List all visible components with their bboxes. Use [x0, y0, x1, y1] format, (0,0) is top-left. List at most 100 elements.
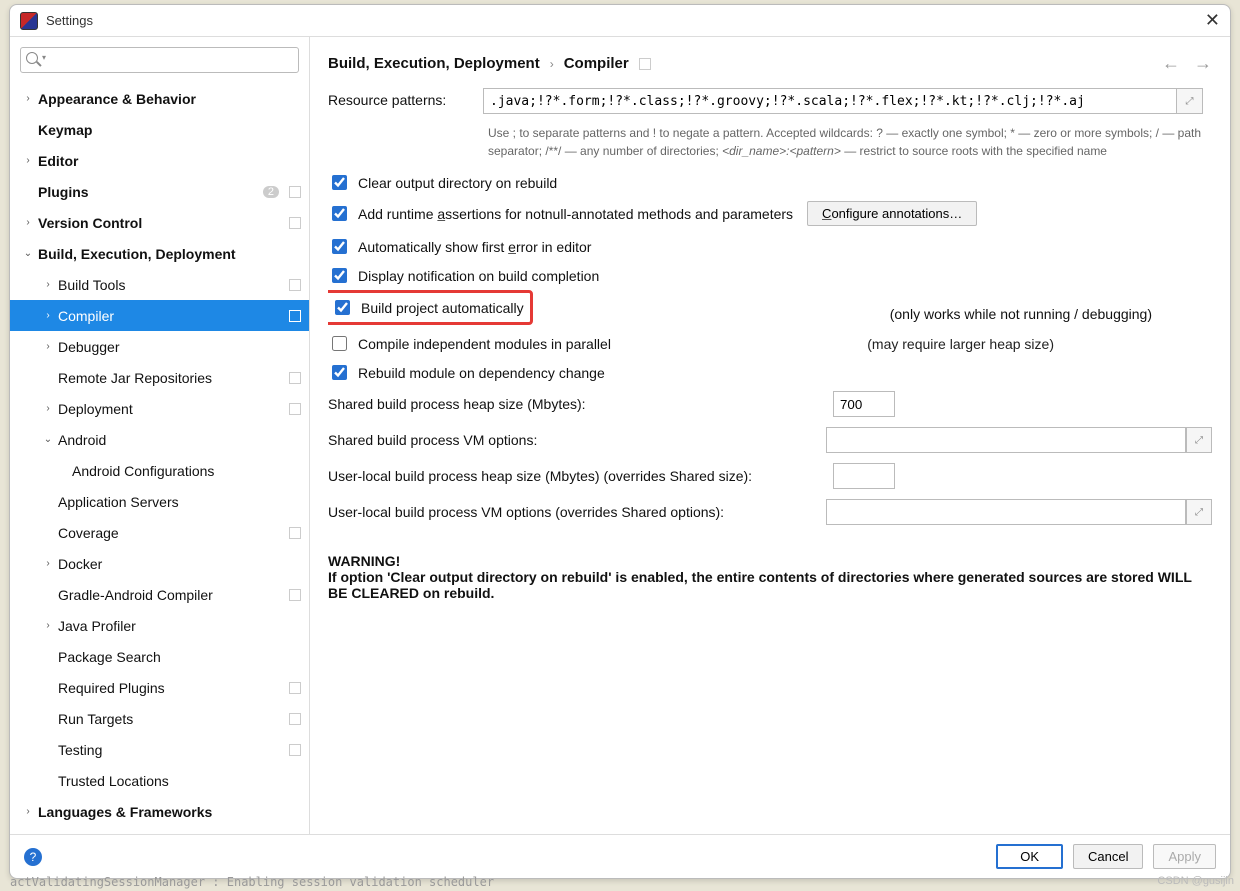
show-first-error-checkbox[interactable] — [332, 239, 347, 254]
runtime-assertions-checkbox[interactable] — [332, 206, 347, 221]
expand-icon[interactable]: ⤢ — [1186, 499, 1212, 525]
sidebar-item-label: Plugins — [38, 184, 263, 200]
sidebar-item-trusted-locations[interactable]: Trusted Locations — [10, 765, 309, 796]
breadcrumb-parent[interactable]: Build, Execution, Deployment — [328, 55, 540, 72]
user-heap-label: User-local build process heap size (Mbyt… — [328, 468, 823, 484]
sidebar-item-label: Remote Jar Repositories — [58, 370, 285, 386]
sidebar-item-version-control[interactable]: ›Version Control — [10, 207, 309, 238]
sidebar-item-required-plugins[interactable]: Required Plugins — [10, 672, 309, 703]
help-icon[interactable]: ? — [24, 848, 42, 866]
sidebar-item-android-configurations[interactable]: Android Configurations — [10, 455, 309, 486]
chevron-down-icon[interactable]: ⌄ — [42, 434, 54, 445]
sidebar-item-plugins[interactable]: Plugins2 — [10, 176, 309, 207]
sidebar-item-package-search[interactable]: Package Search — [10, 641, 309, 672]
configure-annotations-button[interactable]: Configure annotations… — [807, 201, 977, 226]
sidebar-item-label: Run Targets — [58, 711, 285, 727]
sidebar-item-docker[interactable]: › Docker — [10, 548, 309, 579]
sidebar-item-run-targets[interactable]: Run Targets — [10, 703, 309, 734]
warning-text: If option 'Clear output directory on reb… — [328, 569, 1192, 601]
sidebar-item-label: Appearance & Behavior — [38, 91, 301, 107]
sidebar-item-application-servers[interactable]: Application Servers — [10, 486, 309, 517]
chevron-right-icon[interactable]: › — [42, 403, 54, 414]
window-title: Settings — [46, 13, 93, 28]
chevron-right-icon[interactable]: › — [22, 217, 34, 228]
sidebar-item-build-tools[interactable]: ›Build Tools — [10, 269, 309, 300]
shared-heap-input[interactable] — [833, 391, 895, 417]
close-icon[interactable]: ✕ — [1205, 10, 1220, 31]
scope-indicator-icon — [289, 744, 301, 756]
sidebar-item-label: Keymap — [38, 122, 301, 138]
sidebar-item-appearance-behavior[interactable]: › Appearance & Behavior — [10, 83, 309, 114]
body: ▾ › Appearance & Behavior Keymap › Editor Plu… — [10, 37, 1230, 834]
sidebar-item-gradle-android-compiler[interactable]: Gradle-Android Compiler — [10, 579, 309, 610]
show-first-error-label: Automatically show first error in editor — [358, 239, 591, 255]
rebuild-dep-label: Rebuild module on dependency change — [358, 365, 605, 381]
chevron-right-icon[interactable]: › — [42, 620, 54, 631]
sidebar-item-android[interactable]: ⌄Android — [10, 424, 309, 455]
sidebar-item-remote-jar-repositories[interactable]: Remote Jar Repositories — [10, 362, 309, 393]
cancel-button[interactable]: Cancel — [1073, 844, 1143, 869]
breadcrumb: Build, Execution, Deployment › Compiler … — [328, 53, 1212, 74]
sidebar-item-java-profiler[interactable]: ›Java Profiler — [10, 610, 309, 641]
sidebar-item-editor[interactable]: › Editor — [10, 145, 309, 176]
sidebar-item-debugger[interactable]: ›Debugger — [10, 331, 309, 362]
chevron-down-icon: ▾ — [42, 53, 46, 62]
apply-button[interactable]: Apply — [1153, 844, 1216, 869]
search-input[interactable] — [20, 47, 299, 73]
expand-icon[interactable]: ⤢ — [1186, 427, 1212, 453]
expand-icon[interactable]: ⤢ — [1177, 88, 1203, 114]
settings-window: Settings ✕ ▾ › Appearance & Behavior Keyma… — [9, 4, 1231, 879]
chevron-right-icon[interactable]: › — [42, 310, 54, 321]
chevron-right-icon[interactable]: › — [22, 93, 34, 104]
sidebar-item-keymap[interactable]: Keymap — [10, 114, 309, 145]
warning-block: WARNING! If option 'Clear output directo… — [328, 553, 1212, 601]
sidebar-item-label: Compiler — [58, 308, 285, 324]
chevron-right-icon[interactable]: › — [42, 558, 54, 569]
nav-back-icon[interactable]: ← — [1162, 53, 1180, 74]
scope-indicator-icon — [289, 310, 301, 322]
build-auto-checkbox[interactable] — [335, 300, 350, 315]
main-panel: Build, Execution, Deployment › Compiler … — [310, 37, 1230, 834]
display-notification-checkbox[interactable] — [332, 268, 347, 283]
resource-patterns-label: Resource patterns: — [328, 88, 473, 108]
sidebar-item-deployment[interactable]: ›Deployment — [10, 393, 309, 424]
sidebar-item-testing[interactable]: Testing — [10, 734, 309, 765]
sidebar-item-build-execution-deployment[interactable]: ⌄ Build, Execution, Deployment — [10, 238, 309, 269]
scope-indicator-icon — [289, 682, 301, 694]
background-log: actValidatingSessionManager : Enabling s… — [10, 875, 494, 889]
scope-indicator-icon — [289, 372, 301, 384]
sidebar-item-languages-frameworks[interactable]: › Languages & Frameworks — [10, 796, 309, 827]
resource-patterns-input[interactable] — [483, 88, 1177, 114]
chevron-right-icon[interactable]: › — [42, 279, 54, 290]
clear-output-checkbox[interactable] — [332, 175, 347, 190]
settings-tree[interactable]: › Appearance & Behavior Keymap › Editor Plugi… — [10, 83, 309, 834]
scope-indicator-icon — [289, 186, 301, 198]
chevron-right-icon[interactable]: › — [22, 806, 34, 817]
nav-forward-icon[interactable]: → — [1194, 53, 1212, 74]
sidebar-item-label: Languages & Frameworks — [38, 804, 301, 820]
sidebar-item-label: Application Servers — [58, 494, 301, 510]
sidebar-item-label: Testing — [58, 742, 285, 758]
sidebar-item-label: Editor — [38, 153, 301, 169]
shared-vm-label: Shared build process VM options: — [328, 432, 816, 448]
scope-indicator-icon — [289, 713, 301, 725]
rebuild-dep-checkbox[interactable] — [332, 365, 347, 380]
chevron-right-icon[interactable]: › — [42, 341, 54, 352]
chevron-right-icon[interactable]: › — [22, 155, 34, 166]
search-icon — [26, 52, 38, 64]
sidebar-item-label: Build, Execution, Deployment — [38, 246, 301, 262]
update-count-badge: 2 — [263, 186, 279, 198]
sidebar-item-compiler[interactable]: › Compiler — [10, 300, 309, 331]
shared-vm-input[interactable] — [826, 427, 1186, 453]
sidebar-item-label: Package Search — [58, 649, 301, 665]
clear-output-label: Clear output directory on rebuild — [358, 175, 557, 191]
sidebar-item-label: Docker — [58, 556, 301, 572]
compiler-form: Resource patterns: ⤢ Use ; to separate p… — [328, 88, 1212, 826]
chevron-down-icon[interactable]: ⌄ — [22, 248, 34, 259]
ok-button[interactable]: OK — [996, 844, 1063, 869]
user-vm-input[interactable] — [826, 499, 1186, 525]
sidebar-item-coverage[interactable]: Coverage — [10, 517, 309, 548]
resource-patterns-hint: Use ; to separate patterns and ! to nega… — [488, 124, 1208, 160]
compile-parallel-checkbox[interactable] — [332, 336, 347, 351]
user-heap-input[interactable] — [833, 463, 895, 489]
